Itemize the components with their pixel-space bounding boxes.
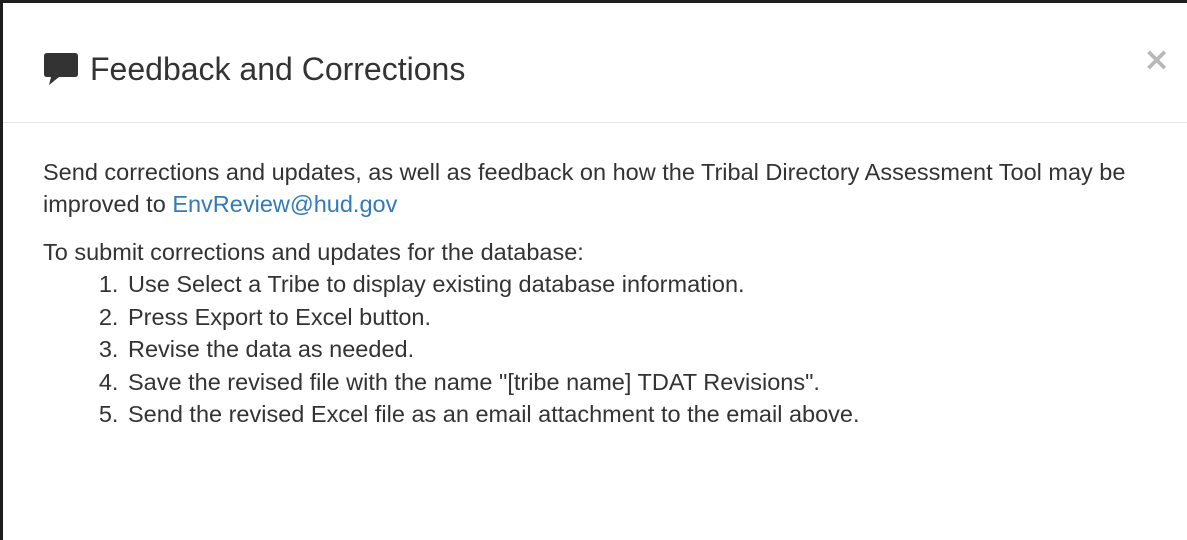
list-item: Press Export to Excel button.	[125, 301, 1183, 334]
list-item: Use Select a Tribe to display existing d…	[125, 268, 1183, 301]
intro-paragraph: Send corrections and updates, as well as…	[43, 156, 1183, 220]
feedback-modal: Feedback and Corrections × Send correcti…	[0, 0, 1187, 540]
list-item: Revise the data as needed.	[125, 333, 1183, 366]
email-link[interactable]: EnvReview@hud.gov	[172, 191, 397, 217]
steps-list: Use Select a Tribe to display existing d…	[43, 268, 1183, 431]
steps-heading: To submit corrections and updates for th…	[43, 239, 584, 265]
modal-title: Feedback and Corrections	[90, 51, 466, 87]
close-button[interactable]: ×	[1143, 39, 1170, 79]
modal-header: Feedback and Corrections ×	[3, 3, 1187, 123]
list-item: Save the revised file with the name "[tr…	[125, 366, 1183, 399]
title-group: Feedback and Corrections	[43, 49, 465, 89]
comment-icon	[43, 52, 79, 86]
list-item: Send the revised Excel file as an email …	[125, 398, 1183, 431]
modal-body: Send corrections and updates, as well as…	[43, 156, 1183, 431]
